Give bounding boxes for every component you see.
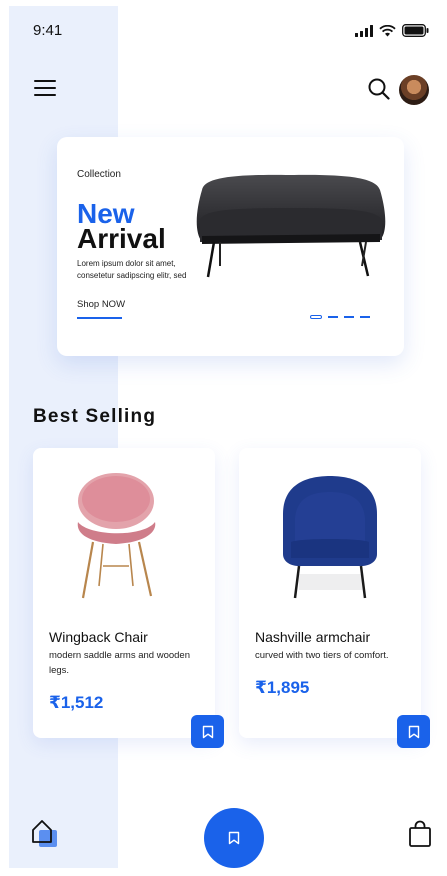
- bookmark-icon: [202, 725, 213, 738]
- home-icon: [32, 820, 57, 847]
- product-description: modern saddle arms and wooden legs.: [49, 650, 191, 676]
- shopping-bag-icon: [409, 820, 431, 847]
- bookmark-button[interactable]: [191, 715, 224, 748]
- avatar[interactable]: [399, 75, 429, 105]
- carousel-dot[interactable]: [310, 315, 322, 319]
- bookmark-icon: [228, 831, 240, 845]
- search-icon: [368, 78, 390, 100]
- product-card[interactable]: Wingback Chair modern saddle arms and wo…: [33, 448, 224, 748]
- product-price: ₹1,895: [255, 678, 310, 697]
- banner-label: Collection: [77, 169, 121, 180]
- best-selling-title: Best Selling: [33, 406, 157, 427]
- nashville-armchair-image: [283, 476, 377, 599]
- product-name: Nashville armchair: [255, 629, 371, 645]
- wingback-chair-image: [77, 473, 156, 599]
- product-card[interactable]: Nashville armchair curved with two tiers…: [239, 448, 430, 748]
- carousel-dot[interactable]: [360, 316, 370, 318]
- carousel-indicator[interactable]: [310, 315, 370, 319]
- status-icons: [355, 24, 429, 37]
- menu-button[interactable]: [34, 80, 56, 96]
- product-price: ₹1,512: [49, 693, 104, 712]
- carousel-dot[interactable]: [344, 316, 354, 318]
- bookmark-button[interactable]: [397, 715, 430, 748]
- nav-cart-button[interactable]: [408, 820, 432, 848]
- bookmark-icon: [408, 725, 419, 738]
- banner-description: Lorem ipsum dolor sit amet, consetetur s…: [77, 259, 187, 280]
- banner-title-arrival: Arrival: [77, 223, 166, 254]
- new-arrival-banner: Collection New Arrival Lorem ipsum dolor…: [57, 137, 404, 356]
- side-panel-background: [9, 6, 118, 868]
- battery-icon: [402, 24, 429, 37]
- search-button[interactable]: [367, 77, 391, 101]
- signal-icon: [355, 24, 373, 37]
- nav-bookmarks-button[interactable]: [204, 808, 264, 868]
- product-description: curved with two tiers of comfort.: [255, 650, 389, 661]
- nav-home-button[interactable]: [31, 818, 61, 850]
- sofa-image: [196, 174, 386, 278]
- product-name: Wingback Chair: [49, 629, 148, 645]
- status-time: 9:41: [33, 22, 63, 39]
- carousel-dot[interactable]: [328, 316, 338, 318]
- shop-now-underline: [77, 317, 122, 319]
- wifi-icon: [379, 24, 396, 36]
- status-bar: 9:41: [0, 0, 447, 60]
- shop-now-link[interactable]: Shop NOW: [77, 299, 125, 310]
